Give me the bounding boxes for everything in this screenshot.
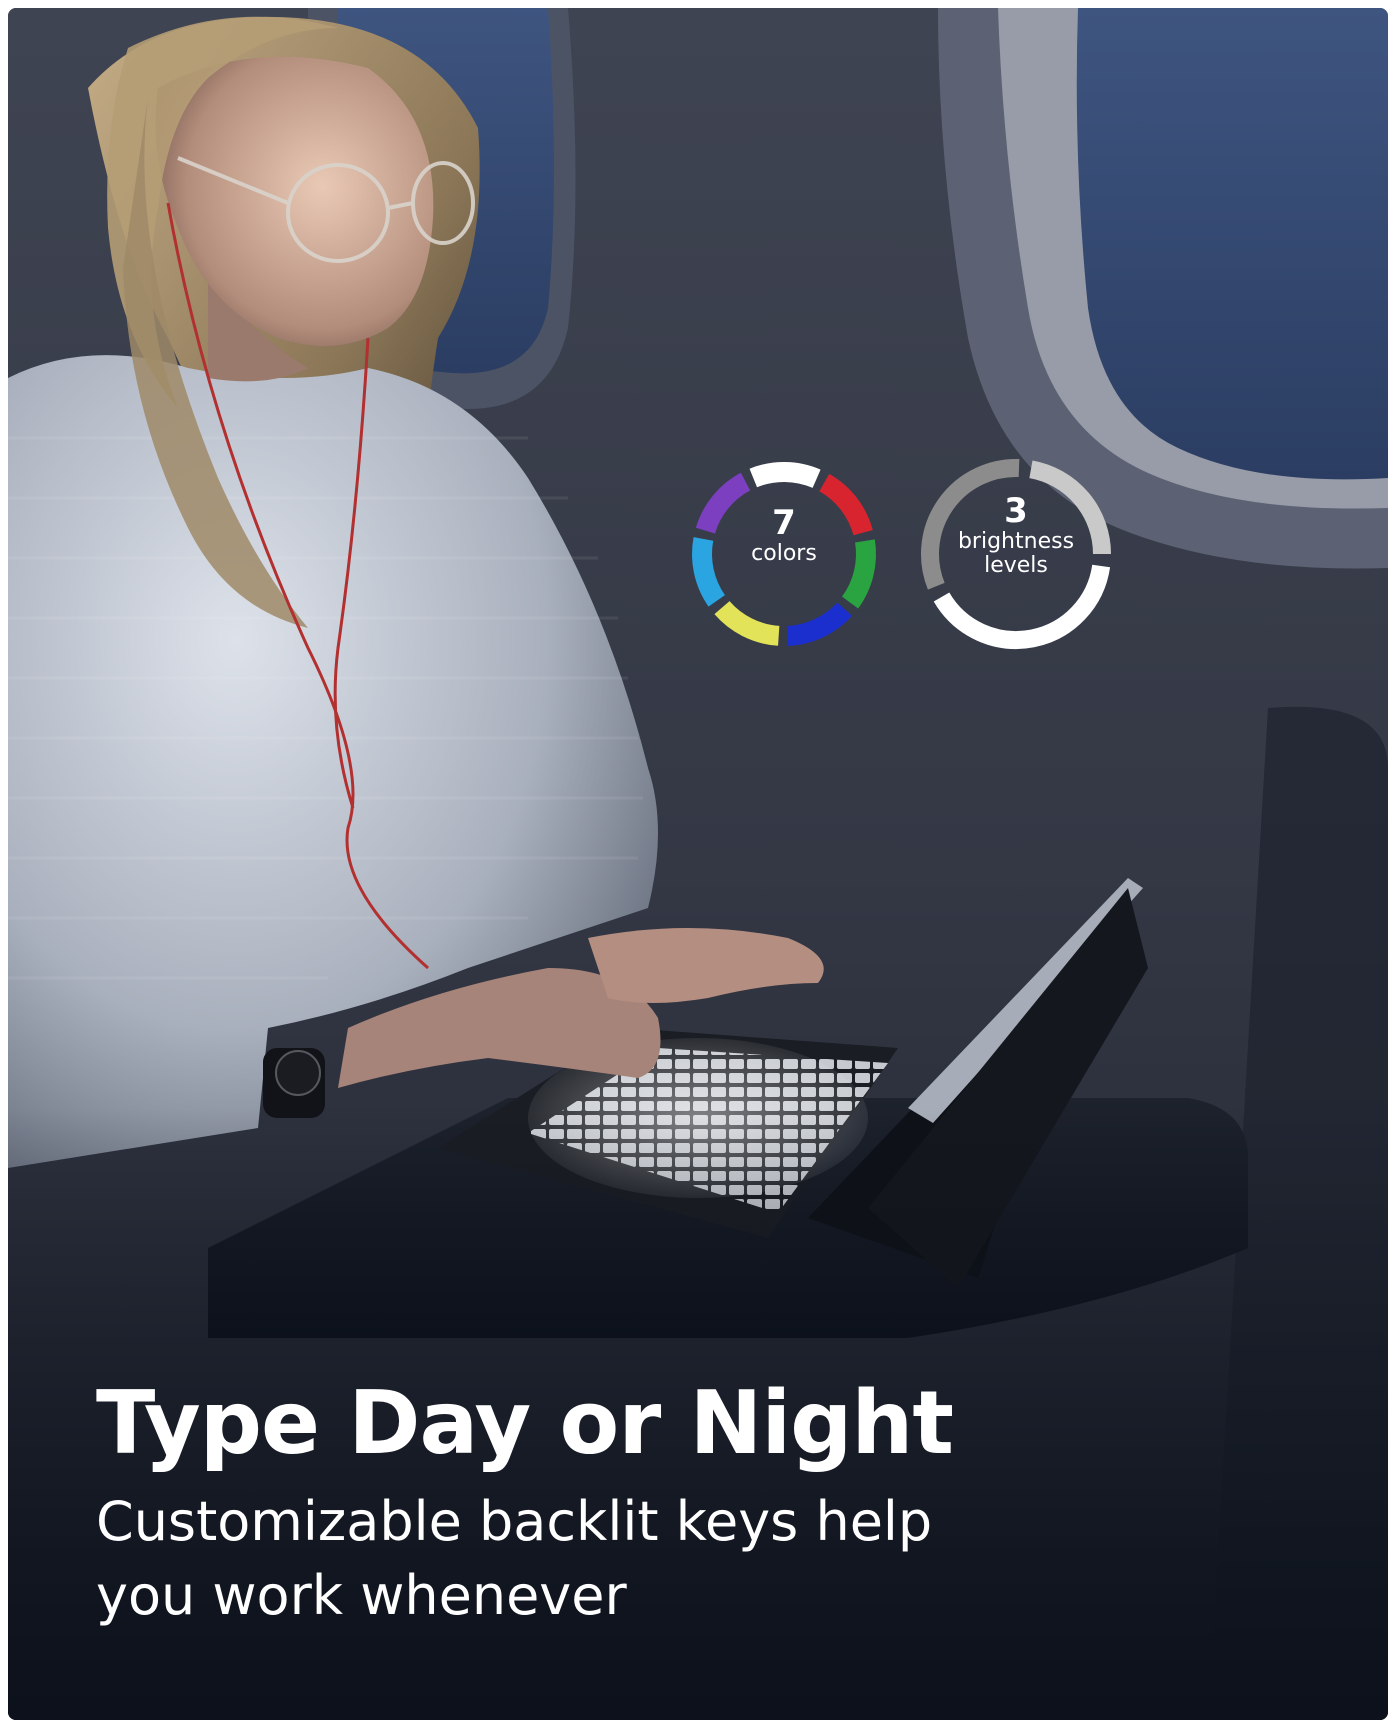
hero-text: Type Day or Night Customizable backlit k… — [96, 1380, 1096, 1633]
colors-count: 7 — [772, 503, 796, 543]
colors-ring-segment-1 — [749, 462, 821, 489]
brightness-count: 3 — [1004, 491, 1028, 531]
colors-badge: 7 colors — [724, 504, 844, 566]
colors-label: colors — [751, 541, 817, 566]
headline: Type Day or Night — [96, 1372, 954, 1474]
product-banner: 7 colors 3 brightness levels Type Day or… — [8, 8, 1388, 1720]
brightness-badge: 3 brightness levels — [946, 492, 1086, 578]
brightness-label: brightness levels — [957, 529, 1075, 578]
subline: Customizable backlit keys help you work … — [96, 1490, 933, 1627]
